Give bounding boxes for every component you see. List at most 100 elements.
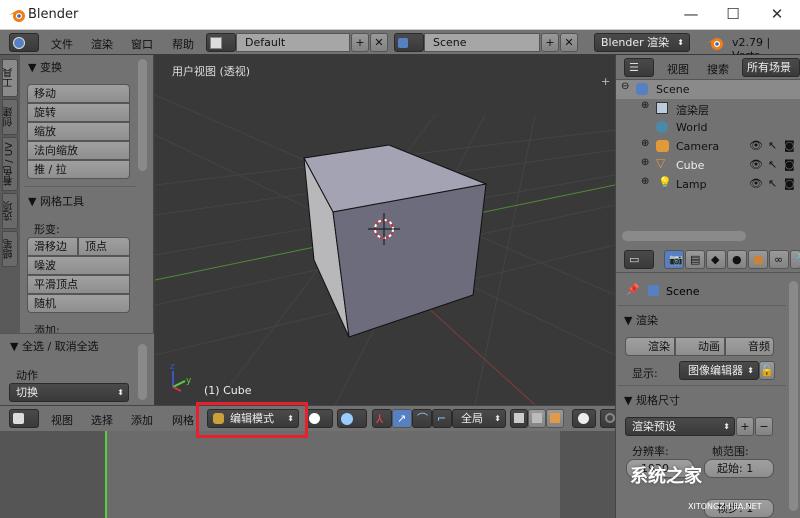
add-layout-button[interactable]: +: [351, 33, 369, 52]
scale-button[interactable]: 缩放: [27, 122, 130, 141]
tab-grease-pencil[interactable]: 蜡笔: [2, 231, 18, 267]
editor-type-info-button[interactable]: [9, 33, 39, 52]
menu-outliner-search[interactable]: 搜索: [707, 61, 729, 77]
menu-view[interactable]: 视图: [51, 412, 73, 428]
smooth-vertex-button[interactable]: 平滑顶点: [27, 275, 130, 294]
action-dropdown[interactable]: 切换 ⬍: [9, 383, 129, 402]
dimensions-panel-header[interactable]: ▼ 规格尺寸: [624, 392, 680, 408]
operator-panel-header[interactable]: ▼ 全选 / 取消全选: [10, 338, 99, 354]
tab-world[interactable]: ●: [727, 250, 747, 269]
maximize-button[interactable]: ☐: [718, 4, 748, 24]
render-audio-button[interactable]: 音频: [725, 337, 774, 356]
viewport-shading-button[interactable]: [305, 409, 333, 428]
render-image-button[interactable]: 渲染: [625, 337, 675, 356]
current-frame-cursor[interactable]: [105, 431, 107, 518]
tab-create[interactable]: 创建: [2, 99, 18, 135]
tab-render[interactable]: 📷: [664, 250, 684, 269]
menu-add[interactable]: 添加: [131, 412, 153, 428]
pivot-point-button[interactable]: [337, 409, 367, 428]
tab-options[interactable]: 选项: [2, 193, 18, 229]
render-engine-dropdown[interactable]: Blender 渲染 ⬍: [594, 33, 690, 52]
limit-selection-button[interactable]: [572, 409, 596, 428]
selectable-cursor-icon[interactable]: ↖: [768, 158, 777, 171]
add-preset-button[interactable]: +: [736, 417, 754, 436]
scale-manipulator-button[interactable]: ⌐: [432, 409, 452, 428]
editor-type-outliner-button[interactable]: ☰: [624, 58, 654, 77]
add-scene-button[interactable]: +: [541, 33, 559, 52]
minimize-button[interactable]: —: [676, 4, 706, 24]
frame-start-field[interactable]: 起始: 1: [704, 459, 774, 478]
close-button[interactable]: ✕: [762, 4, 792, 24]
display-mode-dropdown[interactable]: 所有场景: [742, 58, 800, 77]
tab-constraints[interactable]: ∞: [769, 250, 789, 269]
render-panel-header[interactable]: ▼ 渲染: [624, 312, 658, 328]
scene-name-field[interactable]: Scene: [424, 33, 540, 52]
delete-scene-button[interactable]: ✕: [560, 33, 578, 52]
move-button[interactable]: 移动: [27, 84, 130, 103]
expand-icon[interactable]: ⊕: [641, 138, 649, 149]
screen-layout-button[interactable]: [206, 33, 236, 52]
lock-interface-toggle[interactable]: 🔓: [759, 361, 775, 380]
menu-outliner-view[interactable]: 视图: [667, 61, 689, 77]
menu-window[interactable]: 窗口: [131, 36, 153, 52]
edge-select-button[interactable]: [528, 409, 546, 428]
layout-name-field[interactable]: Default: [236, 33, 350, 52]
properties-scrollbar[interactable]: [789, 281, 798, 511]
renderable-camera-icon[interactable]: ◙: [784, 177, 795, 190]
outliner-item-camera[interactable]: ⊕ Camera 👁 ↖ ◙: [616, 137, 800, 156]
tool-shelf-scrollbar[interactable]: [138, 59, 147, 171]
editor-type-3d-button[interactable]: [9, 409, 39, 428]
menu-help[interactable]: 帮助: [172, 36, 194, 52]
face-select-button[interactable]: [546, 409, 564, 428]
selectable-cursor-icon[interactable]: ↖: [768, 177, 777, 190]
3d-viewport[interactable]: z y +: [155, 55, 615, 405]
outliner-item-render-layers[interactable]: ⊕ 渲染层: [616, 99, 800, 118]
visibility-eye-icon[interactable]: 👁: [749, 158, 763, 171]
menu-file[interactable]: 文件: [51, 36, 73, 52]
collapse-icon[interactable]: ⊖: [621, 81, 629, 92]
mesh-tools-panel-header[interactable]: ▼ 网格工具: [28, 193, 84, 209]
editor-type-properties-button[interactable]: ▭: [624, 250, 654, 269]
tab-scene[interactable]: ◆: [706, 250, 726, 269]
outliner-horizontal-scrollbar[interactable]: [622, 231, 746, 241]
tab-shading-uv[interactable]: 着色 / UV: [2, 137, 18, 191]
expand-icon[interactable]: ⊕: [641, 157, 649, 168]
menu-render[interactable]: 渲染: [91, 36, 113, 52]
vertex-select-button[interactable]: [510, 409, 528, 428]
render-presets-dropdown[interactable]: 渲染预设 ⬍: [625, 417, 735, 436]
orientation-dropdown[interactable]: 全局 ⬍: [452, 409, 506, 428]
timeline-area[interactable]: [0, 431, 615, 518]
push-pull-button[interactable]: 推 / 拉: [27, 160, 130, 179]
randomize-button[interactable]: 随机: [27, 294, 130, 313]
selectable-cursor-icon[interactable]: ↖: [768, 139, 777, 152]
visibility-eye-icon[interactable]: 👁: [749, 177, 763, 190]
transform-panel-header[interactable]: ▼ 变换: [28, 59, 62, 75]
menu-mesh[interactable]: 网格: [172, 412, 194, 428]
menu-select[interactable]: 选择: [91, 412, 113, 428]
display-dropdown[interactable]: 图像编辑器 ⬍: [679, 361, 759, 380]
outliner-item-cube[interactable]: ⊕ ▽ Cube 👁 ↖ ◙: [616, 156, 800, 175]
vertex-button[interactable]: 顶点: [78, 237, 130, 256]
rotate-button[interactable]: 旋转: [27, 103, 130, 122]
delete-layout-button[interactable]: ✕: [370, 33, 388, 52]
outliner-item-world[interactable]: World: [616, 118, 800, 137]
expand-icon[interactable]: ⊕: [641, 176, 649, 187]
edge-slide-button[interactable]: 滑移边: [27, 237, 78, 256]
tab-tools[interactable]: 工具: [2, 59, 18, 97]
renderable-camera-icon[interactable]: ◙: [784, 158, 795, 171]
expand-icon[interactable]: ⊕: [641, 100, 649, 111]
outliner-item-lamp[interactable]: ⊕ 💡 Lamp 👁 ↖ ◙: [616, 175, 800, 194]
manipulator-toggle[interactable]: ⅄: [372, 409, 392, 428]
tab-render-layers[interactable]: ▤: [685, 250, 705, 269]
renderable-camera-icon[interactable]: ◙: [784, 139, 795, 152]
rotate-manipulator-button[interactable]: ⌒: [412, 409, 432, 428]
operator-scrollbar[interactable]: [138, 344, 147, 400]
noise-button[interactable]: 噪波: [27, 256, 130, 275]
tab-modifiers[interactable]: 🔧: [790, 250, 800, 269]
remove-preset-button[interactable]: −: [755, 417, 773, 436]
scene-selector-button[interactable]: [394, 33, 424, 52]
outliner-item-scene[interactable]: ⊖ Scene: [616, 80, 800, 99]
pin-icon[interactable]: 📌: [626, 283, 640, 296]
render-animation-button[interactable]: 动画: [675, 337, 725, 356]
tab-object[interactable]: ■: [748, 250, 768, 269]
